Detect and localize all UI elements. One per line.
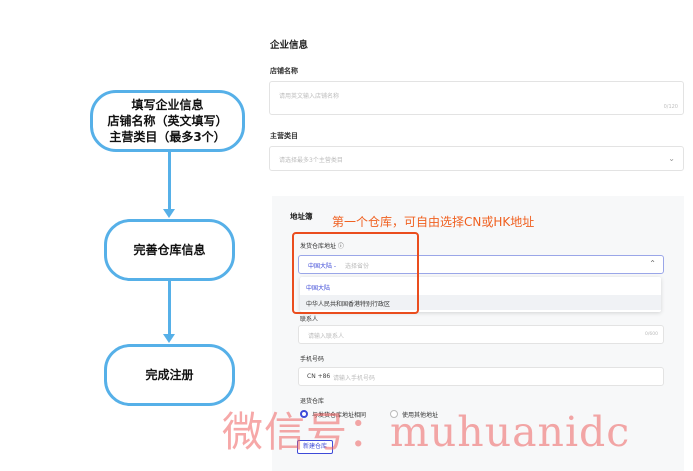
flow-step-label: 完成注册 [145, 368, 194, 382]
flow-arrow [163, 281, 175, 343]
contact-counter: 0/600 [645, 332, 658, 337]
store-name-label: 店铺名称 [270, 67, 298, 75]
annotation-text: 第一个仓库，可自由选择CN或HK地址 [332, 215, 535, 229]
flow-step-warehouse-info: 完善仓库信息 [104, 219, 235, 281]
flow-step-line: 主营类目（最多3个） [109, 130, 226, 144]
main-category-label: 主营类目 [270, 132, 298, 140]
contact-placeholder: 请输入联系人 [308, 333, 345, 340]
main-category-placeholder: 请选择最多3个主营类目 [279, 157, 343, 164]
contact-input[interactable]: 请输入联系人 0/600 [298, 325, 664, 344]
flow-step-line: 店铺名称（英文填写） [107, 114, 228, 128]
phone-placeholder: 请输入手机号码 [333, 375, 376, 382]
address-book-title: 地址簿 [290, 212, 313, 221]
phone-country-prefix[interactable]: CN +86 [307, 373, 330, 380]
store-name-input[interactable]: 请用英文输入店铺名称 0/120 [269, 81, 684, 115]
watermark-text: 微信号：muhuanidc [222, 408, 631, 456]
phone-label: 手机号码 [300, 356, 325, 363]
chevron-up-icon: ⌃ [649, 259, 656, 268]
store-name-counter: 0/120 [663, 104, 678, 110]
main-category-select[interactable]: 请选择最多3个主营类目 ⌄ [269, 146, 684, 171]
chevron-down-icon: ⌄ [668, 154, 675, 163]
phone-input[interactable]: CN +86 请输入手机号码 [298, 367, 664, 386]
highlight-box [292, 232, 419, 314]
store-name-placeholder: 请用英文输入店铺名称 [279, 93, 340, 100]
flow-step-enterprise-info: 填写企业信息 店铺名称（英文填写） 主营类目（最多3个） [90, 90, 245, 152]
flow-step-complete: 完成注册 [104, 344, 235, 406]
section-title: 企业信息 [270, 40, 309, 51]
flow-step-label: 完善仓库信息 [133, 243, 206, 257]
flow-step-line: 填写企业信息 [131, 98, 204, 112]
flow-arrow [163, 152, 175, 218]
contact-label: 联系人 [300, 316, 319, 323]
